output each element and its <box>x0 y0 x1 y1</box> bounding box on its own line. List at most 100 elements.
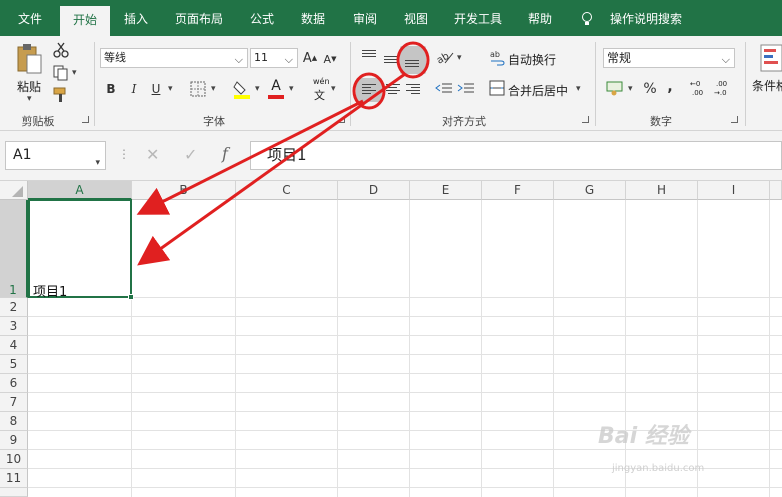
conditional-formatting-label[interactable]: 条件格 <box>752 77 782 94</box>
align-right-icon[interactable] <box>406 84 420 94</box>
tab-data[interactable]: 数据 <box>293 0 333 36</box>
tab-page-layout[interactable]: 页面布局 <box>166 0 232 36</box>
borders-dropdown-icon[interactable]: ▾ <box>211 84 216 94</box>
column-header-h[interactable]: H <box>626 181 698 200</box>
column-header-j[interactable] <box>770 181 782 200</box>
conditional-formatting-icon[interactable] <box>760 44 782 72</box>
decrease-decimal-button[interactable]: →.0 <box>714 89 727 97</box>
name-box-dropdown-icon[interactable]: ▾ <box>95 150 100 177</box>
percent-style-button[interactable]: % <box>642 80 658 98</box>
copy-icon[interactable] <box>53 65 69 81</box>
cut-icon[interactable] <box>53 42 69 58</box>
paste-icon <box>17 44 42 74</box>
row-header-3[interactable]: 3 <box>0 317 28 336</box>
font-color-dropdown-icon[interactable]: ▾ <box>289 84 294 94</box>
accounting-dropdown-icon[interactable]: ▾ <box>628 84 633 94</box>
alignment-launcher-icon[interactable] <box>582 116 589 123</box>
top-align-icon[interactable] <box>362 50 376 57</box>
row-header-1[interactable]: 1 <box>0 200 28 298</box>
row-header-10[interactable]: 10 <box>0 450 28 469</box>
merge-center-button[interactable]: 合并后居中 <box>508 82 568 99</box>
gridline-h <box>28 335 782 336</box>
gridline-v <box>769 200 770 497</box>
copy-dropdown-icon[interactable]: ▾ <box>72 68 77 78</box>
font-launcher-icon[interactable] <box>338 116 345 123</box>
fill-color-icon[interactable] <box>233 79 251 99</box>
orientation-dropdown-icon[interactable]: ▾ <box>457 53 462 63</box>
grow-font-icon: A <box>302 50 312 66</box>
tab-review[interactable]: 审阅 <box>345 0 385 36</box>
gridline-v <box>697 200 698 497</box>
underline-button[interactable]: U <box>148 79 164 99</box>
number-format-dropdown-icon[interactable]: ⌵ <box>722 51 730 69</box>
name-box[interactable]: A1 ▾ <box>5 141 106 170</box>
tab-file[interactable]: 文件 <box>6 0 54 36</box>
paste-button[interactable]: 粘贴 ▾ <box>10 42 50 104</box>
font-color-button[interactable]: A <box>268 77 284 95</box>
phonetic-guide-button[interactable]: 文 <box>314 87 325 103</box>
group-separator <box>595 42 596 126</box>
lightbulb-icon[interactable] <box>582 12 592 25</box>
row-header-8[interactable]: 8 <box>0 412 28 431</box>
clipboard-launcher-icon[interactable] <box>82 116 89 123</box>
increase-indent-icon[interactable] <box>457 82 475 96</box>
font-size-box[interactable]: 11 ⌵ <box>250 48 298 68</box>
row-header-5[interactable]: 5 <box>0 355 28 374</box>
font-name-box[interactable]: 等线 ⌵ <box>100 48 248 68</box>
tab-help[interactable]: 帮助 <box>520 0 560 36</box>
column-header-c[interactable]: C <box>236 181 338 200</box>
formula-input[interactable]: 项目1 <box>250 141 782 170</box>
fill-color-dropdown-icon[interactable]: ▾ <box>255 84 260 94</box>
decrease-indent-icon[interactable] <box>435 82 453 96</box>
paste-dropdown-icon[interactable]: ▾ <box>27 94 32 104</box>
cancel-entry-icon[interactable]: ✕ <box>146 145 159 164</box>
row-header-2[interactable]: 2 <box>0 298 28 317</box>
row-header-6[interactable]: 6 <box>0 374 28 393</box>
row-header-11[interactable]: 11 <box>0 469 28 488</box>
tab-insert[interactable]: 插入 <box>114 0 158 36</box>
phonetic-dropdown-icon[interactable]: ▾ <box>331 84 336 94</box>
tab-developer[interactable]: 开发工具 <box>446 0 510 36</box>
column-header-i[interactable]: I <box>698 181 770 200</box>
row-header-4[interactable]: 4 <box>0 336 28 355</box>
bold-button[interactable]: B <box>103 79 119 99</box>
comma-style-button[interactable]: , <box>664 78 676 96</box>
fill-handle[interactable] <box>128 294 134 300</box>
column-header-a[interactable]: A <box>28 181 132 200</box>
wrap-text-button[interactable]: 自动换行 <box>508 51 556 68</box>
merge-center-dropdown-icon[interactable]: ▾ <box>576 84 581 94</box>
insert-function-icon[interactable]: f <box>222 144 228 163</box>
number-launcher-icon[interactable] <box>731 116 738 123</box>
column-header-d[interactable]: D <box>338 181 410 200</box>
number-format-box[interactable]: 常规 ⌵ <box>603 48 735 68</box>
confirm-entry-icon[interactable]: ✓ <box>184 145 197 164</box>
tab-view[interactable]: 视图 <box>396 0 436 36</box>
group-separator <box>350 42 351 126</box>
row-header-12[interactable] <box>0 488 28 497</box>
align-center-icon[interactable] <box>386 84 400 94</box>
decrease-font-size-button[interactable]: A ▼ <box>322 50 338 68</box>
tell-me-search[interactable]: 操作说明搜索 <box>604 0 688 36</box>
row-header-9[interactable]: 9 <box>0 431 28 450</box>
font-name-dropdown-icon[interactable]: ⌵ <box>235 51 243 69</box>
borders-icon[interactable] <box>190 81 206 97</box>
italic-button[interactable]: I <box>126 79 142 99</box>
column-header-f[interactable]: F <box>482 181 554 200</box>
increase-decimal-button[interactable]: .00 <box>692 89 703 97</box>
accounting-format-icon[interactable] <box>606 80 624 96</box>
font-size-dropdown-icon[interactable]: ⌵ <box>285 51 293 69</box>
row-header-7[interactable]: 7 <box>0 393 28 412</box>
format-painter-icon[interactable] <box>53 87 71 103</box>
underline-dropdown-icon[interactable]: ▾ <box>168 84 173 94</box>
tab-formulas[interactable]: 公式 <box>242 0 282 36</box>
orientation-icon[interactable]: ab <box>435 48 455 66</box>
middle-align-icon[interactable] <box>384 56 398 63</box>
group-separator <box>745 42 746 126</box>
gridline-v <box>553 200 554 497</box>
column-header-b[interactable]: B <box>132 181 236 200</box>
column-header-e[interactable]: E <box>410 181 482 200</box>
tab-home[interactable]: 开始 <box>60 6 110 36</box>
increase-font-size-button[interactable]: A ▲ <box>302 48 318 68</box>
column-header-g[interactable]: G <box>554 181 626 200</box>
gridline-h <box>28 354 782 355</box>
